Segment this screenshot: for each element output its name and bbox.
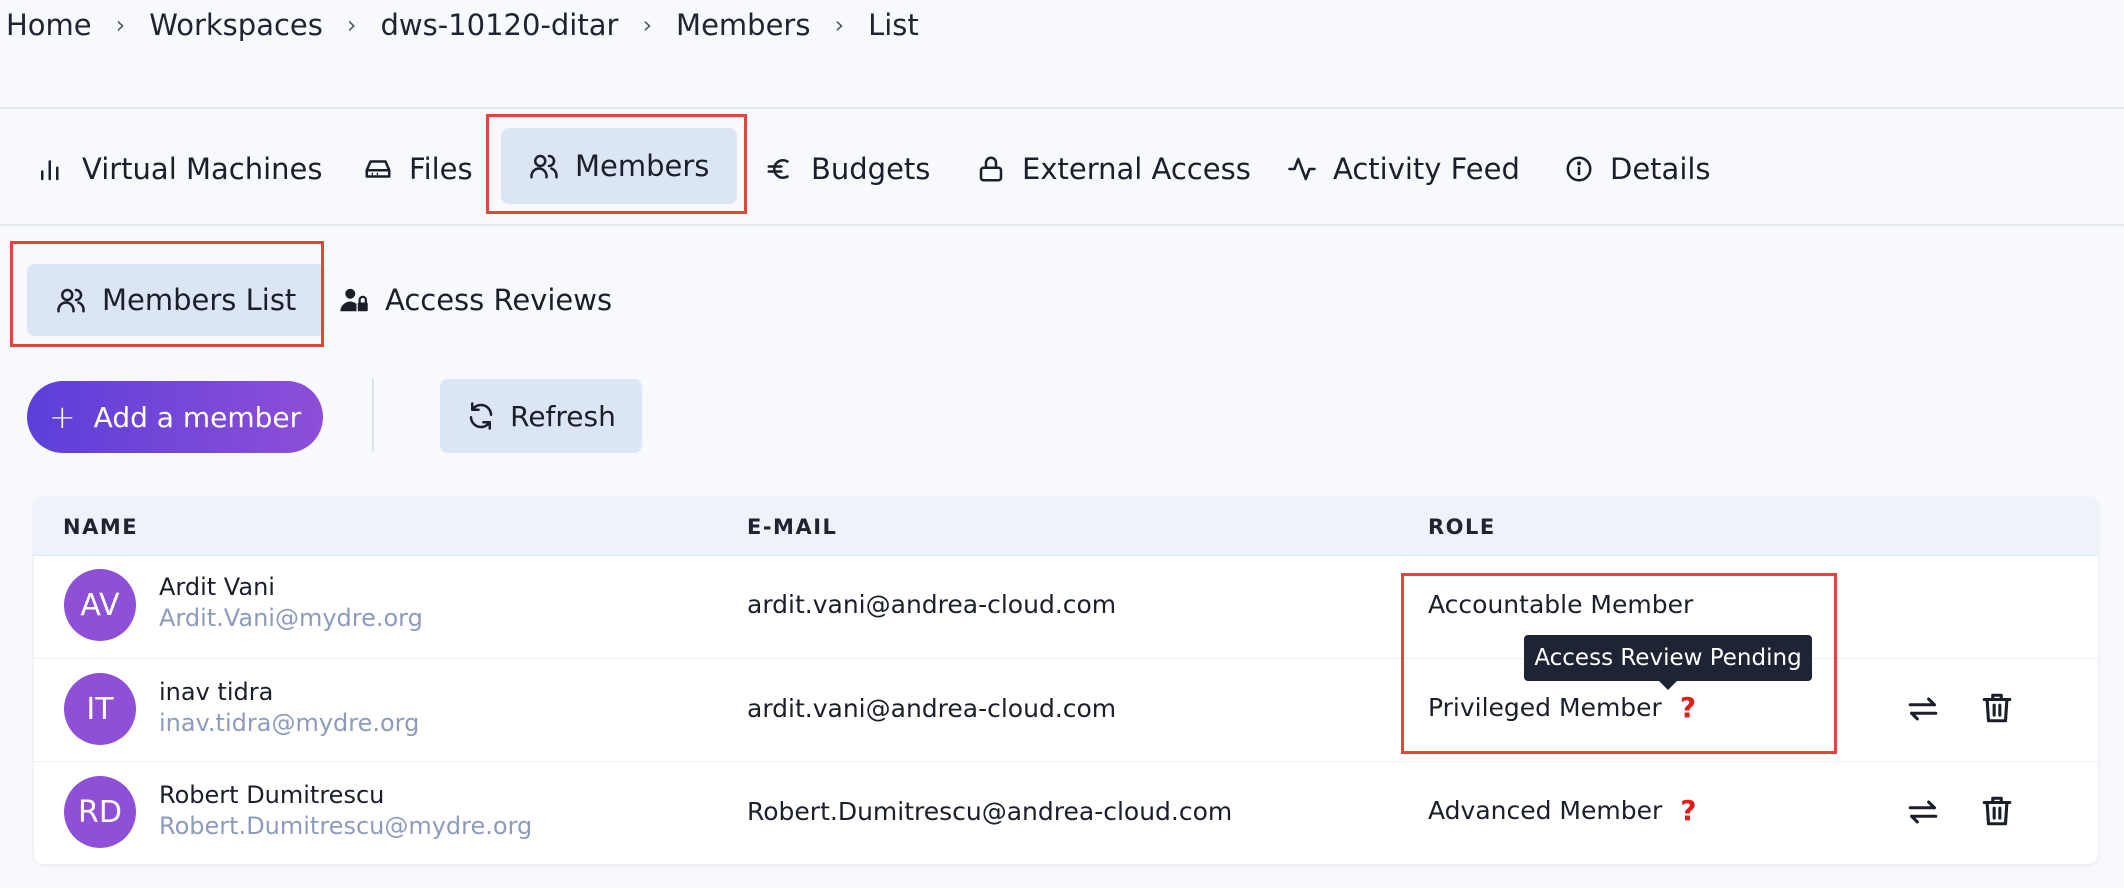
avatar: RD [64, 776, 136, 848]
role-label: Advanced Member [1428, 796, 1663, 825]
subtab-label: Access Reviews [385, 283, 613, 317]
tab-virtual-machines[interactable]: Virtual Machines [28, 134, 330, 204]
chevron-right-icon: › [642, 11, 653, 39]
lock-icon [979, 156, 1003, 182]
tab-details[interactable]: Details [1556, 134, 1719, 204]
breadcrumb-members[interactable]: Members [676, 8, 810, 42]
member-name: Robert Dumitrescu [159, 781, 385, 809]
breadcrumb-workspaces[interactable]: Workspaces [149, 8, 323, 42]
tab-files[interactable]: Files [355, 134, 481, 204]
table-row: RD Robert Dumitrescu Robert.Dumitrescu@m… [34, 761, 2098, 864]
tab-label: Details [1610, 152, 1711, 186]
tab-label: Files [409, 152, 473, 186]
chevron-right-icon: › [834, 11, 845, 39]
swap-icon[interactable] [1906, 795, 1940, 829]
add-member-button[interactable]: + Add a member [27, 381, 323, 453]
member-username: inav.tidra@mydre.org [159, 709, 420, 737]
info-icon [1566, 156, 1592, 182]
bar-chart-icon [41, 160, 59, 181]
subtab-access-reviews[interactable]: Access Reviews [339, 264, 612, 336]
swap-icon[interactable] [1906, 692, 1940, 726]
refresh-label: Refresh [510, 399, 616, 433]
refresh-icon [469, 402, 493, 430]
chevron-right-icon: › [115, 11, 126, 39]
user-lock-icon [340, 288, 368, 312]
member-email: ardit.vani@andrea-cloud.com [747, 694, 1117, 723]
highlight-box [10, 241, 324, 347]
breadcrumb-workspace[interactable]: dws-10120-ditar [380, 8, 618, 42]
tab-budgets[interactable]: Budgets [757, 134, 938, 204]
divider [0, 107, 2124, 109]
member-name: Ardit Vani [159, 573, 275, 601]
euro-icon [767, 159, 789, 179]
question-icon[interactable]: ? [1680, 794, 1696, 827]
column-header-email: E-MAIL [747, 515, 838, 539]
divider [372, 378, 374, 452]
tab-label: Virtual Machines [82, 152, 323, 186]
breadcrumb-list: List [868, 8, 919, 42]
add-member-label: Add a member [93, 400, 302, 434]
tab-label: Budgets [811, 152, 931, 186]
plus-icon: + [48, 398, 76, 436]
activity-icon [1288, 157, 1316, 181]
trash-icon[interactable] [1980, 794, 2014, 828]
refresh-button[interactable]: Refresh [440, 379, 642, 453]
column-header-name: NAME [63, 515, 139, 539]
breadcrumb: Home › Workspaces › dws-10120-ditar › Me… [6, 8, 919, 42]
avatar: IT [64, 673, 136, 745]
breadcrumb-home[interactable]: Home [6, 8, 92, 42]
tab-label: Activity Feed [1333, 152, 1520, 186]
trash-icon[interactable] [1980, 691, 2014, 725]
column-header-role: ROLE [1428, 515, 1496, 539]
tab-external-access[interactable]: External Access [968, 134, 1259, 204]
divider [0, 224, 2124, 226]
highlight-box [486, 114, 747, 214]
table-header: NAME E-MAIL ROLE [34, 497, 2098, 556]
drive-icon [365, 160, 391, 178]
member-email: ardit.vani@andrea-cloud.com [747, 590, 1117, 619]
tab-label: External Access [1022, 152, 1251, 186]
tooltip: Access Review Pending [1524, 635, 1812, 690]
member-username: Ardit.Vani@mydre.org [159, 604, 423, 632]
chevron-right-icon: › [346, 11, 357, 39]
member-username: Robert.Dumitrescu@mydre.org [159, 812, 533, 840]
member-email: Robert.Dumitrescu@andrea-cloud.com [747, 797, 1233, 826]
member-name: inav tidra [159, 678, 274, 706]
avatar: AV [64, 569, 136, 641]
member-role: Advanced Member ? [1428, 794, 1697, 827]
tab-activity-feed[interactable]: Activity Feed [1279, 134, 1528, 204]
